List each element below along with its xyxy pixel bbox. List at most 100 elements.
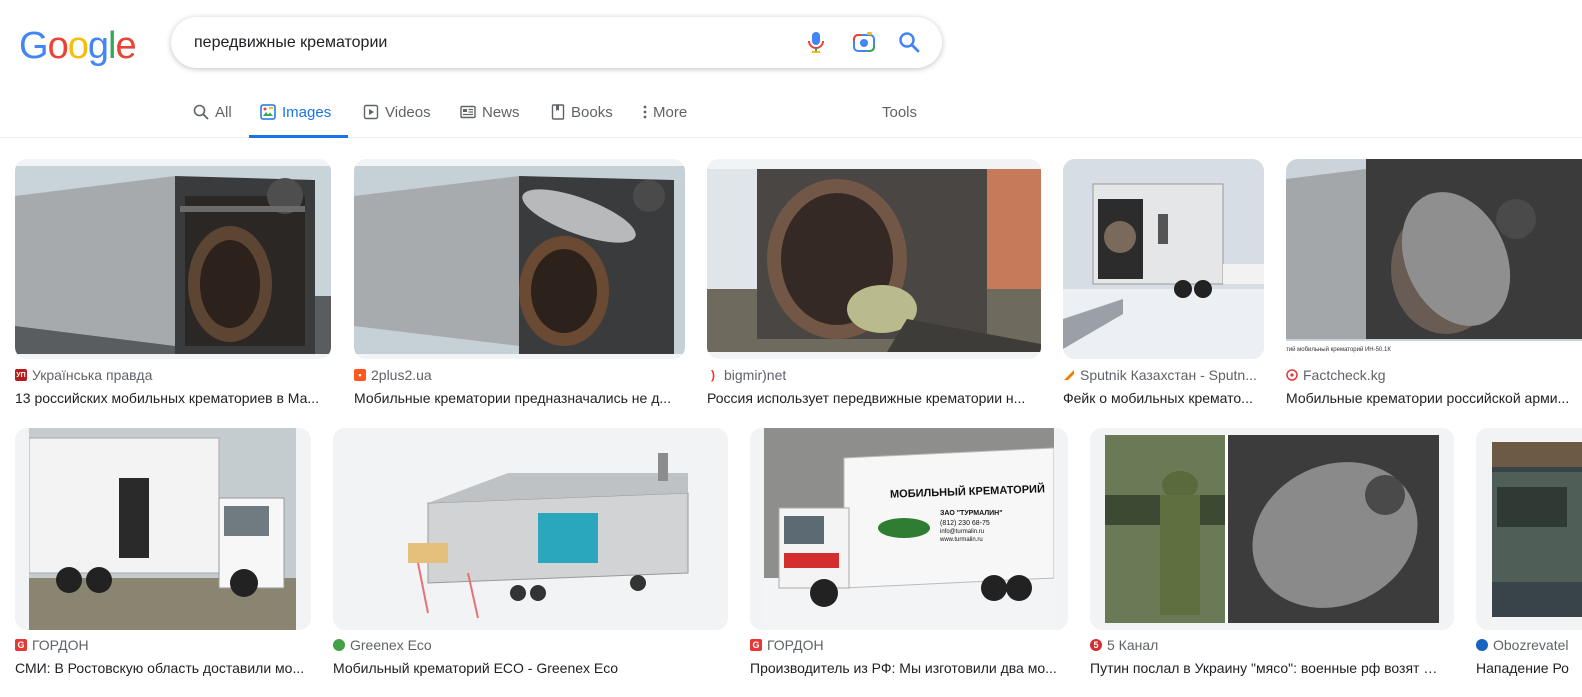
- source-name: bigmir)net: [724, 367, 787, 383]
- search-box: [171, 17, 942, 68]
- result-source: УП Українська правда: [15, 367, 152, 383]
- source-name: 5 Канал: [1107, 637, 1159, 653]
- result-title[interactable]: Россия использует передвижные крематории…: [707, 390, 1037, 406]
- result-title[interactable]: Мобильные крематории предназначались не …: [354, 390, 679, 406]
- result-source: Sputnik Казахстан - Sputn...: [1063, 367, 1257, 383]
- image-result[interactable]: G ГОРДОН СМИ: В Ростовскую область доста…: [15, 428, 311, 678]
- image-thumbnail[interactable]: МОБИЛЬНЫЙ КРЕМАТОРИЙ ЗАО "ТУРМАЛИН" (812…: [750, 428, 1068, 630]
- tools-button[interactable]: Tools: [882, 87, 917, 137]
- image-result[interactable]: Obozrevatel Нападение Ро: [1476, 428, 1582, 678]
- google-logo[interactable]: Google: [19, 25, 137, 67]
- tab-all[interactable]: All: [193, 87, 232, 137]
- logo-letter: o: [67, 25, 89, 67]
- site-favicon-icon: [1286, 369, 1298, 381]
- video-icon: [363, 104, 379, 120]
- white-truck-photo: [29, 428, 296, 630]
- result-source: G ГОРДОН: [15, 637, 89, 653]
- result-source: • 2plus2.ua: [354, 367, 432, 383]
- image-result[interactable]: Sputnik Казахстан - Sputn... Фейк о моби…: [1063, 159, 1264, 409]
- image-result[interactable]: тий мобильный крематорий ИН-50.1К Factch…: [1286, 159, 1582, 409]
- news-icon: [460, 104, 476, 120]
- image-thumbnail[interactable]: [333, 428, 728, 630]
- result-source: ) bigmir)net: [707, 367, 786, 383]
- truck-web-text: www.turmalin.ru: [940, 537, 983, 543]
- image-thumbnail[interactable]: [354, 159, 685, 359]
- book-icon: [551, 104, 565, 120]
- site-favicon-icon: 5: [1090, 639, 1102, 651]
- image-icon: [260, 104, 276, 120]
- result-title[interactable]: Мобильные крематории российской арми...: [1286, 390, 1582, 406]
- crematorium-chamber-photo: [707, 169, 1041, 352]
- site-favicon-icon: [1476, 639, 1488, 651]
- image-thumbnail[interactable]: [707, 159, 1041, 359]
- image-thumbnail[interactable]: [1063, 159, 1264, 359]
- soldier-crematorium-collage-photo: [1105, 435, 1439, 623]
- tab-label: More: [653, 103, 688, 121]
- tab-news[interactable]: News: [460, 87, 520, 137]
- image-thumbnail[interactable]: [1476, 428, 1582, 630]
- logo-letter: g: [87, 25, 109, 67]
- image-result[interactable]: 5 5 Канал Путин послал в Украину "мясо":…: [1090, 428, 1454, 678]
- result-title[interactable]: Путин послал в Украину "мясо": военные р…: [1090, 660, 1440, 676]
- camera-lens-icon[interactable]: [851, 29, 877, 55]
- more-vert-icon: [641, 104, 649, 120]
- logo-letter: G: [19, 25, 49, 67]
- source-name: Obozrevatel: [1493, 637, 1569, 653]
- truck-email-text: info@turmalin.ru: [940, 529, 985, 535]
- site-favicon-icon: G: [750, 639, 762, 651]
- crematorium-render-image: [388, 453, 708, 623]
- image-thumbnail[interactable]: [1090, 428, 1454, 630]
- image-thumbnail[interactable]: тий мобильный крематорий ИН-50.1К: [1286, 159, 1582, 359]
- result-title[interactable]: 13 российских мобильных крематориев в Ма…: [15, 390, 325, 406]
- site-favicon-icon: [333, 639, 345, 651]
- image-result[interactable]: МОБИЛЬНЫЙ КРЕМАТОРИЙ ЗАО "ТУРМАЛИН" (812…: [750, 428, 1068, 678]
- search-icon[interactable]: [896, 29, 922, 55]
- tab-label: Tools: [882, 103, 918, 121]
- result-title[interactable]: Фейк о мобильных кремато...: [1063, 390, 1261, 406]
- source-name: Українська правда: [32, 367, 153, 383]
- result-title[interactable]: Нападение Ро: [1476, 660, 1582, 676]
- tab-more[interactable]: More: [641, 87, 687, 137]
- image-result[interactable]: УП Українська правда 13 российских мобил…: [15, 159, 331, 409]
- search-icon: [193, 104, 209, 120]
- mobile-crematorium-truck-photo: [764, 428, 1054, 630]
- truck-crematorium-photo: [15, 166, 331, 354]
- search-input[interactable]: [194, 31, 794, 55]
- image-thumbnail[interactable]: [15, 428, 311, 630]
- source-name: Greenex Eco: [350, 637, 432, 653]
- tab-label: Videos: [385, 103, 431, 121]
- result-source: G ГОРДОН: [750, 637, 824, 653]
- image-thumbnail[interactable]: [15, 159, 331, 359]
- tab-videos[interactable]: Videos: [363, 87, 431, 137]
- logo-letter: l: [107, 25, 117, 67]
- result-title[interactable]: СМИ: В Ростовскую область доставили мо..…: [15, 660, 307, 676]
- result-source: Obozrevatel: [1476, 637, 1568, 653]
- tab-label: Images: [282, 103, 332, 121]
- result-source: 5 5 Канал: [1090, 637, 1158, 653]
- source-name: ГОРДОН: [767, 637, 824, 653]
- tab-label: Books: [571, 103, 613, 121]
- source-name: Sputnik Казахстан - Sputn...: [1080, 367, 1257, 383]
- result-title[interactable]: Производитель из РФ: Мы изготовили два м…: [750, 660, 1062, 676]
- image-caption-strip: тий мобильный крематорий ИН-50.1К: [1286, 347, 1391, 353]
- logo-letter: e: [115, 25, 136, 67]
- microphone-icon[interactable]: [803, 29, 829, 55]
- source-name: 2plus2.ua: [371, 367, 432, 383]
- search-tabs: All Images Videos News Books More Tools: [0, 87, 1582, 138]
- result-source: Factcheck.kg: [1286, 367, 1385, 383]
- result-source: Greenex Eco: [333, 637, 432, 653]
- military-vehicle-photo: [1492, 442, 1582, 617]
- source-name: ГОРДОН: [32, 637, 89, 653]
- truck-crematorium-photo: [1286, 159, 1582, 359]
- image-result[interactable]: • 2plus2.ua Мобильные крематории предназ…: [354, 159, 685, 409]
- image-result[interactable]: ) bigmir)net Россия использует передвижн…: [707, 159, 1041, 409]
- tab-books[interactable]: Books: [551, 87, 613, 137]
- logo-letter: o: [47, 25, 69, 67]
- truck-snow-photo: [1063, 159, 1264, 359]
- result-title[interactable]: Мобильный крематорий ECO - Greenex Eco: [333, 660, 723, 676]
- site-favicon-icon: [1063, 369, 1075, 381]
- image-result[interactable]: Greenex Eco Мобильный крематорий ECO - G…: [333, 428, 728, 678]
- source-name: Factcheck.kg: [1303, 367, 1386, 383]
- tab-images[interactable]: Images: [249, 87, 348, 138]
- tab-label: All: [215, 103, 232, 121]
